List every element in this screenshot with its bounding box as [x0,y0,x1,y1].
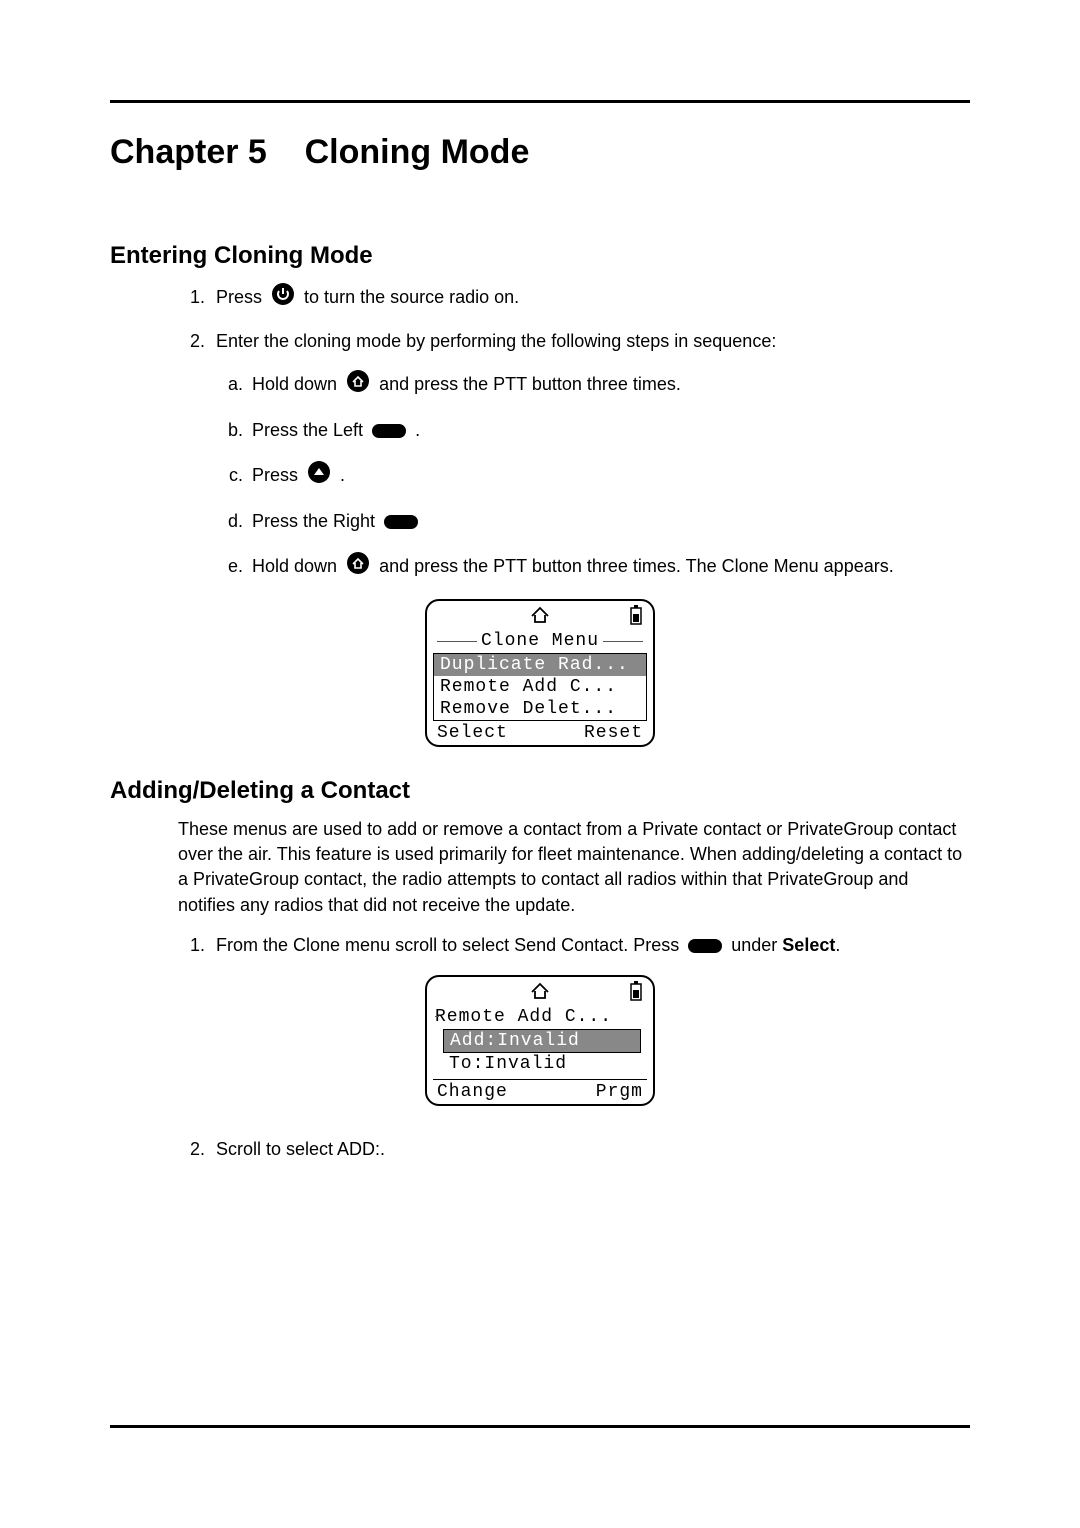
substep-a: Hold down and press the PTT button three… [248,369,970,401]
sec2-step1-b: under [731,935,777,955]
sub-d-1: Press the Right [252,511,375,531]
step2-substeps: Hold down and press the PTT button three… [248,369,970,583]
softkey-pill-icon [372,424,406,438]
softkey-pill-icon [384,515,418,529]
lcd2-row-sel: Add:Invalid [444,1030,640,1052]
lcd1-item-1: Remote Add C... [434,676,646,698]
section-adding-heading: Adding/Deleting a Contact [110,777,970,805]
sub-a-1: Hold down [252,374,337,394]
step-1: Press to turn the source radio on. [210,282,970,314]
lcd1-statusbar [433,605,647,629]
up-arrow-circle-icon [307,460,331,492]
lcd2-softleft: Change [437,1082,508,1102]
sub-c-1: Press [252,465,298,485]
softkey-pill-icon [688,939,722,953]
lcd-remote-add: Remote Add C... Add:Invalid To:Invalid C… [425,975,655,1106]
step1-text-a: Press [216,287,262,307]
top-rule [110,100,970,103]
sec2-step1-a: From the Clone menu scroll to select Sen… [216,935,679,955]
lcd2-statusbar [433,981,647,1005]
lcd1-title: Clone Menu [481,631,599,651]
lcd2-softright: Prgm [596,1082,643,1102]
sub-e-2: and press the PTT button three times. Th… [379,556,894,576]
sub-b-1: Press the Left [252,420,363,440]
document-page: Chapter 5 Cloning Mode Entering Cloning … [0,0,1080,1528]
substep-c: Press . [248,460,970,492]
sub-a-2: and press the PTT button three times. [379,374,681,394]
section1-steps: Press to turn the source radio on. Enter… [210,282,970,583]
lcd2-title: Remote Add C... [435,1007,612,1027]
sub-e-1: Hold down [252,556,337,576]
lcd1-item-0: Duplicate Rad... [434,654,646,676]
chapter-heading: Chapter 5 Cloning Mode [110,133,970,172]
sec2-step1-c: Select [782,935,835,955]
bottom-rule [110,1425,970,1428]
substep-d: Press the Right [248,508,970,535]
lcd1-item-2: Remove Delet... [434,698,646,720]
home-icon [530,982,550,1006]
lcd2-box: Add:Invalid [443,1029,641,1053]
sub-c-2: . [340,465,345,485]
lcd2-softkeys: Change Prgm [433,1079,647,1102]
section2-paragraph: These menus are used to add or remove a … [178,817,970,918]
power-icon [271,282,295,314]
lcd1-softleft: Select [437,723,508,743]
substep-e: Hold down and press the PTT button three… [248,551,970,583]
substep-b: Press the Left . [248,417,970,444]
sec2-step-1: From the Clone menu scroll to select Sen… [210,932,970,959]
lcd1-softkeys: Select Reset [433,721,647,743]
lcd1-softright: Reset [584,723,643,743]
section2-steps: From the Clone menu scroll to select Sen… [210,932,970,959]
battery-icon [629,981,643,1007]
lcd2-title-row: Remote Add C... [433,1005,647,1027]
home-circle-icon [346,551,370,583]
sec2-step-2: Scroll to select ADD:. [210,1136,970,1163]
sec2-step1-d: . [835,935,840,955]
lcd1-title-row: Clone Menu [433,631,647,651]
step-2: Enter the cloning mode by performing the… [210,328,970,583]
chapter-label: Chapter 5 [110,133,267,171]
chapter-title: Cloning Mode [305,133,530,171]
home-circle-icon [346,369,370,401]
lcd-clone-menu: Clone Menu Duplicate Rad... Remote Add C… [425,599,655,747]
home-icon [530,606,550,630]
section2-steps-cont: Scroll to select ADD:. [210,1136,970,1163]
section-entering-heading: Entering Cloning Mode [110,242,970,270]
lcd2-row2: To:Invalid [443,1053,641,1075]
sub-b-2: . [415,420,420,440]
step1-text-b: to turn the source radio on. [304,287,519,307]
battery-icon [629,605,643,631]
step2-text: Enter the cloning mode by performing the… [216,331,776,351]
lcd1-list: Duplicate Rad... Remote Add C... Remove … [433,653,647,721]
